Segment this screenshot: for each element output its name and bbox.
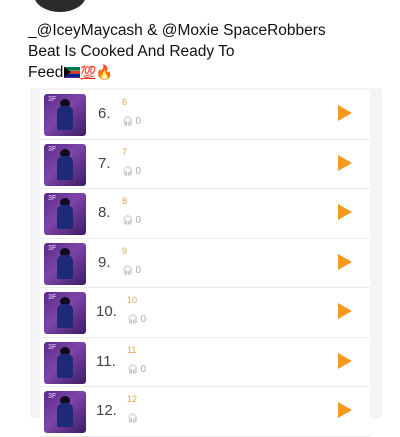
headphones-icon: 🎧︎ — [122, 215, 134, 225]
post-line-2: Beat Is Cooked And Ready To — [28, 43, 235, 60]
play-count: 0 — [140, 363, 146, 375]
play-icon[interactable] — [338, 402, 352, 418]
headphones-icon: 🎧︎ — [122, 116, 134, 126]
post-text: _@IceyMaycash & @Moxie SpaceRobbers Beat… — [28, 20, 388, 83]
track-title[interactable]: 6 — [122, 97, 127, 107]
track-title[interactable]: 12 — [127, 394, 137, 404]
track-title[interactable]: 8 — [122, 196, 127, 206]
track-plays: 🎧︎ 0 — [122, 166, 141, 177]
track-artwork[interactable]: 3F — [44, 391, 86, 433]
track-artwork[interactable]: 3F — [44, 292, 86, 334]
play-count: 0 — [135, 264, 141, 276]
play-count: 0 — [135, 116, 141, 127]
track-number: 11. — [96, 352, 116, 370]
headphones-icon: 🎧︎ — [122, 264, 134, 275]
track-plays: 🎧︎ 0 — [122, 215, 141, 226]
track-row[interactable]: 3F 9. 9 🎧︎ 0 — [40, 238, 370, 288]
play-count: 0 — [135, 215, 141, 226]
track-plays: 🎧︎ 0 — [122, 265, 141, 276]
play-icon[interactable] — [338, 154, 352, 171]
track-number: 10. — [96, 303, 117, 320]
track-number: 9. — [98, 253, 111, 271]
track-title[interactable]: 9 — [122, 246, 127, 256]
play-icon[interactable] — [338, 204, 352, 220]
play-count: 0 — [135, 165, 141, 177]
track-artwork[interactable]: 3F — [44, 341, 86, 384]
post-line-3: Feed 💯🔥 — [28, 62, 388, 83]
track-artwork[interactable]: 3F — [44, 143, 86, 186]
track-number: 8. — [98, 204, 111, 221]
track-title[interactable]: 7 — [122, 147, 127, 157]
track-number: 12. — [96, 402, 117, 419]
fire-emoji: 🔥 — [95, 64, 113, 80]
track-row[interactable]: 3F 8. 8 🎧︎ 0 — [40, 189, 370, 239]
track-plays: 🎧︎ 0 — [127, 314, 146, 325]
track-title[interactable]: 10 — [127, 295, 137, 305]
track-plays: 🎧︎ 0 — [122, 116, 141, 127]
post-line-3-text: Feed — [28, 64, 64, 81]
play-icon[interactable] — [338, 303, 352, 319]
avatar[interactable] — [34, 0, 86, 12]
track-row[interactable]: 3F 10. 10 🎧︎ 0 — [40, 288, 370, 338]
track-number: 6. — [98, 105, 111, 122]
track-plays: 🎧︎ — [127, 413, 140, 424]
track-artwork[interactable]: 3F — [44, 242, 86, 285]
track-plays: 🎧︎ 0 — [127, 364, 146, 375]
headphones-icon: 🎧︎ — [127, 314, 139, 324]
track-row[interactable]: 3F 12. 12 🎧︎ — [40, 387, 370, 437]
play-icon[interactable] — [338, 105, 352, 121]
track-number: 7. — [98, 154, 111, 172]
track-list: 3F 6. 6 🎧︎ 0 3F 7. 7 🎧︎ 0 3F 8. 8 🎧︎ 0 3… — [40, 90, 370, 437]
play-count: 0 — [140, 314, 146, 325]
track-row[interactable]: 3F 11. 11 🎧︎ 0 — [40, 337, 370, 387]
headphones-icon: 🎧︎ — [127, 363, 139, 374]
track-artwork[interactable]: 3F — [44, 193, 86, 235]
track-artwork[interactable]: 3F — [44, 94, 86, 136]
south-africa-flag-icon — [64, 67, 81, 78]
track-row[interactable]: 3F 7. 7 🎧︎ 0 — [40, 139, 370, 189]
post-line-1: _@IceyMaycash & @Moxie SpaceRobbers — [28, 22, 326, 39]
headphones-icon: 🎧︎ — [127, 413, 139, 423]
hundred-emoji: 💯 — [80, 65, 96, 80]
track-row[interactable]: 3F 6. 6 🎧︎ 0 — [40, 90, 370, 140]
play-icon[interactable] — [338, 253, 352, 270]
play-icon[interactable] — [338, 352, 352, 369]
headphones-icon: 🎧︎ — [122, 165, 134, 176]
track-title[interactable]: 11 — [127, 345, 136, 355]
